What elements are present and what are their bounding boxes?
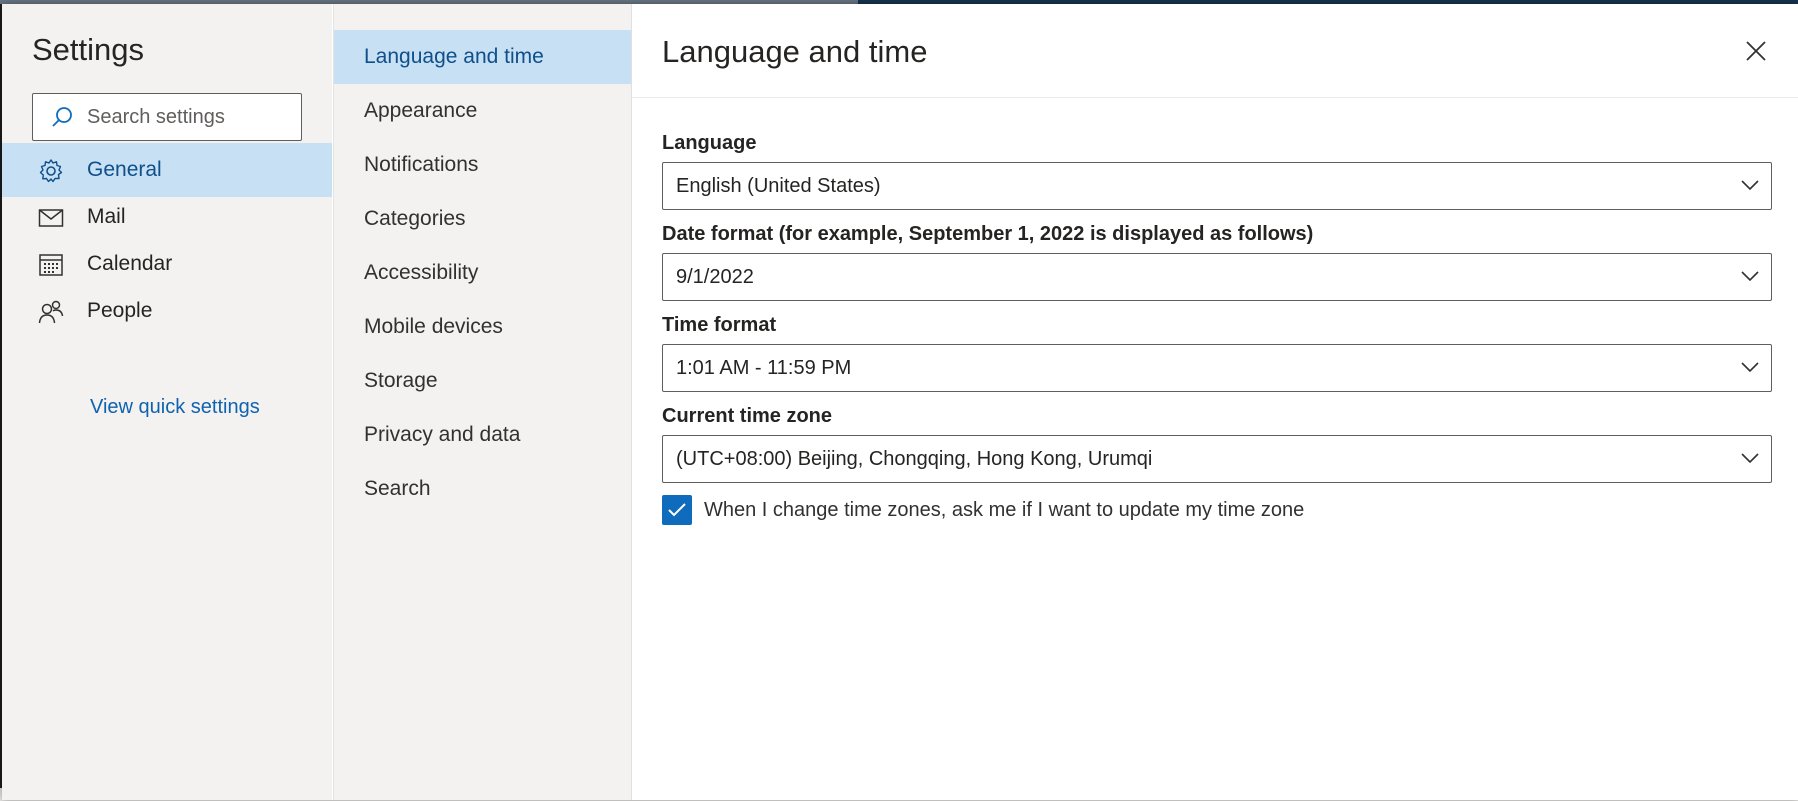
language-value: English (United States)	[676, 175, 881, 197]
subnav-item-label: Search	[364, 477, 431, 500]
subnav-item-storage[interactable]: Storage	[334, 354, 632, 408]
subnav-item-label: Notifications	[364, 153, 479, 176]
subnav-item-label: Accessibility	[364, 261, 479, 284]
nav-item-people[interactable]: People	[2, 284, 332, 338]
date-format-label: Date format (for example, September 1, 2…	[662, 223, 1314, 245]
nav-item-general[interactable]: General	[2, 143, 332, 197]
time-zone-dropdown[interactable]: (UTC+08:00) Beijing, Chongqing, Hong Kon…	[662, 435, 1772, 483]
nav-item-label: Mail	[87, 205, 126, 228]
people-icon	[38, 300, 64, 324]
date-format-dropdown[interactable]: 9/1/2022	[662, 253, 1772, 301]
nav-item-label: Calendar	[87, 252, 173, 275]
subnav-item-privacy-and-data[interactable]: Privacy and data	[334, 408, 632, 462]
close-icon[interactable]	[1743, 38, 1769, 64]
view-quick-settings-link[interactable]: View quick settings	[90, 396, 260, 419]
search-settings-input[interactable]	[87, 94, 297, 140]
subnav-item-label: Storage	[364, 369, 438, 392]
subnav-item-label: Categories	[364, 207, 466, 230]
subnav-item-search[interactable]: Search	[334, 462, 632, 516]
subnav-item-label: Appearance	[364, 99, 478, 122]
nav-item-label: General	[87, 158, 162, 181]
time-zone-label: Current time zone	[662, 405, 833, 427]
subnav-item-label: Mobile devices	[364, 315, 503, 338]
subnav-item-language-and-time[interactable]: Language and time	[334, 30, 632, 84]
update-time-zone-label: When I change time zones, ask me if I wa…	[704, 499, 1305, 521]
time-format-dropdown[interactable]: 1:01 AM - 11:59 PM	[662, 344, 1772, 392]
pane-title: Language and time	[662, 34, 928, 69]
update-time-zone-checkbox[interactable]	[662, 495, 692, 525]
chevron-down-icon	[1741, 271, 1759, 282]
settings-dialog: Settings General Mail	[2, 4, 1798, 800]
settings-title: Settings	[32, 32, 145, 67]
subnav-item-appearance[interactable]: Appearance	[334, 84, 632, 138]
calendar-icon	[39, 254, 63, 276]
language-dropdown[interactable]: English (United States)	[662, 162, 1772, 210]
language-and-time-pane: Language and time Language English (Unit…	[631, 4, 1798, 800]
subnav-item-categories[interactable]: Categories	[334, 192, 632, 246]
subnav-item-accessibility[interactable]: Accessibility	[334, 246, 632, 300]
subnav-item-label: Language and time	[364, 45, 544, 68]
nav-item-mail[interactable]: Mail	[2, 190, 332, 244]
time-format-value: 1:01 AM - 11:59 PM	[676, 357, 852, 379]
search-settings-box[interactable]	[32, 93, 302, 141]
pane-header: Language and time	[632, 4, 1798, 98]
chevron-down-icon	[1741, 453, 1759, 464]
nav-item-label: People	[87, 299, 153, 322]
chevron-down-icon	[1741, 362, 1759, 373]
search-icon	[52, 107, 72, 127]
language-label: Language	[662, 132, 757, 154]
subnav-item-mobile-devices[interactable]: Mobile devices	[334, 300, 632, 354]
time-zone-value: (UTC+08:00) Beijing, Chongqing, Hong Kon…	[676, 448, 1153, 470]
chevron-down-icon	[1741, 180, 1759, 191]
subnav-item-label: Privacy and data	[364, 423, 521, 446]
mail-icon	[38, 209, 64, 227]
subnav-item-notifications[interactable]: Notifications	[334, 138, 632, 192]
settings-nav-panel: Settings General Mail	[2, 4, 332, 800]
settings-subnav-panel: Language and time Appearance Notificatio…	[333, 4, 632, 800]
checkmark-icon	[668, 503, 686, 517]
date-format-value: 9/1/2022	[676, 266, 754, 288]
nav-item-calendar[interactable]: Calendar	[2, 237, 332, 291]
time-format-label: Time format	[662, 314, 777, 336]
gear-icon	[39, 159, 63, 183]
